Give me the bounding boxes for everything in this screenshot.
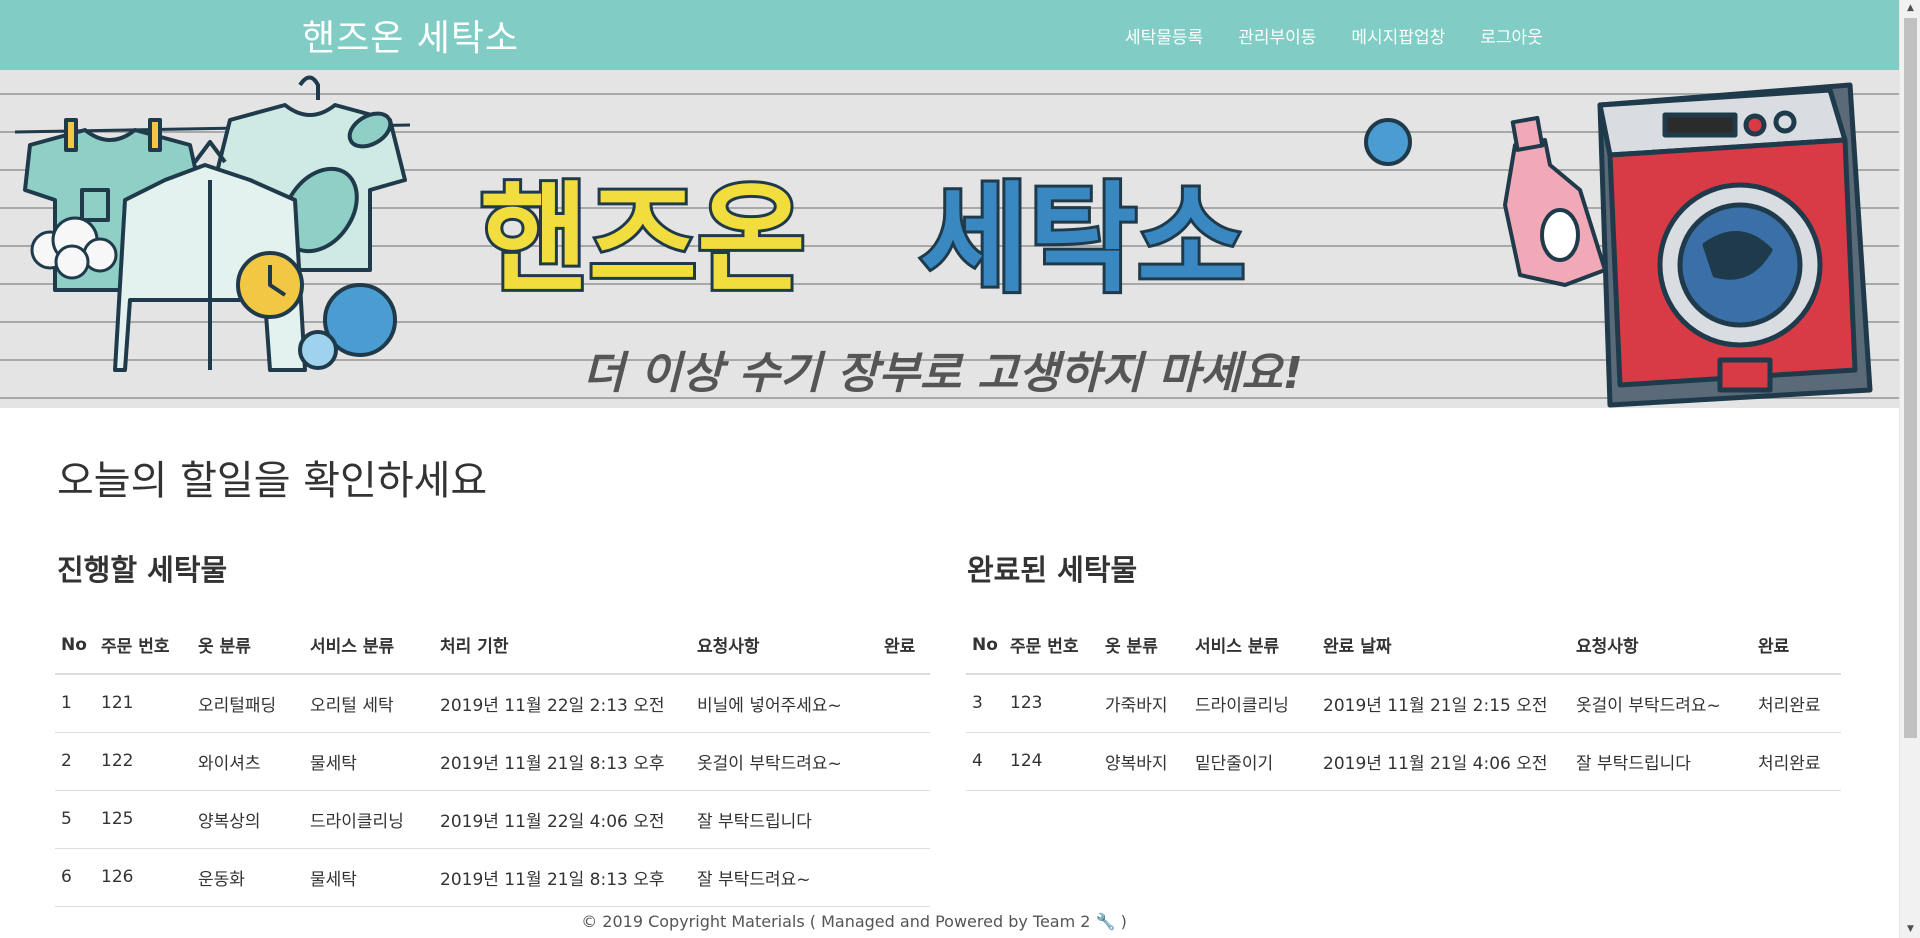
- cell-done: [878, 732, 930, 791]
- cell-request: 잘 부탁드려요~: [691, 848, 878, 907]
- cell-no: 1: [55, 674, 95, 733]
- cell-request: 비닐에 넣어주세요~: [691, 674, 878, 733]
- cell-no: 4: [966, 732, 1004, 791]
- completed-table: No 주문 번호 옷 분류 서비스 분류 완료 날짜 요청사항 완료 3 123…: [966, 616, 1841, 791]
- table-row: 4 124 양복바지 밑단줄이기 2019년 11월 21일 4:06 오전 잘…: [966, 732, 1841, 791]
- table-header-row: No 주문 번호 옷 분류 서비스 분류 처리 기한 요청사항 완료: [55, 616, 930, 675]
- detergent-bottle-icon: [1503, 115, 1607, 287]
- table-row: 1 121 오리털패딩 오리털 세탁 2019년 11월 22일 2:13 오전…: [55, 674, 930, 733]
- table-row: 6 126 운동화 물세탁 2019년 11월 21일 8:13 오후 잘 부탁…: [55, 848, 930, 907]
- cell-request: 옷걸이 부탁드려요~: [1570, 674, 1752, 733]
- cell-done: [878, 790, 930, 849]
- nav-link-register[interactable]: 세탁물등록: [1125, 23, 1203, 48]
- col-header-done: 완료: [878, 616, 930, 675]
- cell-order-number: 123: [1004, 674, 1099, 733]
- wrench-icon: 🔧: [1095, 912, 1116, 931]
- pending-table: No 주문 번호 옷 분류 서비스 분류 처리 기한 요청사항 완료 1 121…: [55, 616, 930, 907]
- nav-link-message-popup[interactable]: 메시지팝업창: [1351, 23, 1445, 48]
- col-header-request: 요청사항: [691, 616, 878, 675]
- cell-deadline: 2019년 11월 22일 2:13 오전: [434, 674, 691, 733]
- cell-service-type: 물세탁: [304, 732, 434, 791]
- col-header-order-number: 주문 번호: [1004, 616, 1099, 675]
- footer: © 2019 Copyright Materials ( Managed and…: [0, 912, 1708, 931]
- footer-close-paren: ): [1120, 912, 1127, 931]
- cell-done-status: 처리완료: [1752, 674, 1841, 733]
- col-header-completed-date: 완료 날짜: [1317, 616, 1570, 675]
- cell-request: 잘 부탁드립니다: [1570, 732, 1752, 791]
- cell-completed-date: 2019년 11월 21일 2:15 오전: [1317, 674, 1570, 733]
- cell-order-number: 122: [95, 732, 192, 791]
- col-header-clothing-type: 옷 분류: [192, 616, 304, 675]
- cell-clothing-type: 가죽바지: [1099, 674, 1189, 733]
- scrollbar-thumb[interactable]: [1904, 18, 1917, 738]
- cell-deadline: 2019년 11월 22일 4:06 오전: [434, 790, 691, 849]
- cell-clothing-type: 오리털패딩: [192, 674, 304, 733]
- cell-no: 6: [55, 848, 95, 907]
- banner-title-part1: 핸즈온: [480, 170, 806, 308]
- col-header-no: No: [55, 616, 95, 675]
- cell-order-number: 126: [95, 848, 192, 907]
- cell-service-type: 물세탁: [304, 848, 434, 907]
- col-header-clothing-type: 옷 분류: [1099, 616, 1189, 675]
- vertical-scrollbar[interactable]: ▲ ▼: [1899, 0, 1920, 938]
- cell-service-type: 드라이클리닝: [304, 790, 434, 849]
- scroll-down-arrow-icon[interactable]: ▼: [1900, 921, 1920, 938]
- table-header-row: No 주문 번호 옷 분류 서비스 분류 완료 날짜 요청사항 완료: [966, 616, 1841, 675]
- col-header-request: 요청사항: [1570, 616, 1752, 675]
- footer-text: © 2019 Copyright Materials ( Managed and…: [581, 912, 1091, 931]
- cell-clothing-type: 운동화: [192, 848, 304, 907]
- cell-service-type: 오리털 세탁: [304, 674, 434, 733]
- cell-completed-date: 2019년 11월 21일 4:06 오전: [1317, 732, 1570, 791]
- nav-link-management[interactable]: 관리부이동: [1238, 23, 1316, 48]
- table-row: 5 125 양복상의 드라이클리닝 2019년 11월 22일 4:06 오전 …: [55, 790, 930, 849]
- col-header-order-number: 주문 번호: [95, 616, 192, 675]
- cell-order-number: 124: [1004, 732, 1099, 791]
- scroll-up-arrow-icon[interactable]: ▲: [1900, 0, 1920, 17]
- cell-order-number: 121: [95, 674, 192, 733]
- cell-order-number: 125: [95, 790, 192, 849]
- col-header-service-type: 서비스 분류: [304, 616, 434, 675]
- cell-clothing-type: 와이셔츠: [192, 732, 304, 791]
- cell-request: 옷걸이 부탁드려요~: [691, 732, 878, 791]
- cell-clothing-type: 양복바지: [1099, 732, 1189, 791]
- col-header-no: No: [966, 616, 1004, 675]
- brand-link[interactable]: 핸즈온 세탁소: [302, 9, 519, 61]
- cell-no: 3: [966, 674, 1004, 733]
- hero-banner: 핸즈온 세탁소 더 이상 수기 장부로 고생하지 마세요!: [0, 70, 1899, 408]
- cell-done: [878, 674, 930, 733]
- washing-machine-icon: [1597, 82, 1873, 408]
- cell-request: 잘 부탁드립니다: [691, 790, 878, 849]
- cell-deadline: 2019년 11월 21일 8:13 오후: [434, 848, 691, 907]
- col-header-service-type: 서비스 분류: [1189, 616, 1317, 675]
- banner-subtitle: 더 이상 수기 장부로 고생하지 마세요!: [583, 348, 1303, 399]
- col-header-done: 완료: [1752, 616, 1841, 675]
- cell-done: [878, 848, 930, 907]
- cell-done-status: 처리완료: [1752, 732, 1841, 791]
- table-row: 3 123 가죽바지 드라이클리닝 2019년 11월 21일 2:15 오전 …: [966, 674, 1841, 733]
- nav-link-logout[interactable]: 로그아웃: [1480, 23, 1543, 48]
- cell-deadline: 2019년 11월 21일 8:13 오후: [434, 732, 691, 791]
- cell-no: 5: [55, 790, 95, 849]
- completed-section-title: 완료된 세탁물: [967, 553, 1138, 587]
- cell-service-type: 밑단줄이기: [1189, 732, 1317, 791]
- col-header-deadline: 처리 기한: [434, 616, 691, 675]
- pending-section-title: 진행할 세탁물: [57, 553, 228, 587]
- page-title: 오늘의 할일을 확인하세요: [57, 458, 488, 504]
- nav-links: 세탁물등록 관리부이동 메시지팝업창 로그아웃: [1125, 0, 1578, 70]
- bubble-icon: [1364, 118, 1412, 166]
- banner-title-part2: 세탁소: [920, 170, 1246, 308]
- cell-service-type: 드라이클리닝: [1189, 674, 1317, 733]
- cell-clothing-type: 양복상의: [192, 790, 304, 849]
- navbar: 핸즈온 세탁소 세탁물등록 관리부이동 메시지팝업창 로그아웃: [0, 0, 1899, 70]
- cell-no: 2: [55, 732, 95, 791]
- banner-illustration: 핸즈온 세탁소 더 이상 수기 장부로 고생하지 마세요!: [0, 75, 1899, 408]
- table-row: 2 122 와이셔츠 물세탁 2019년 11월 21일 8:13 오후 옷걸이…: [55, 732, 930, 791]
